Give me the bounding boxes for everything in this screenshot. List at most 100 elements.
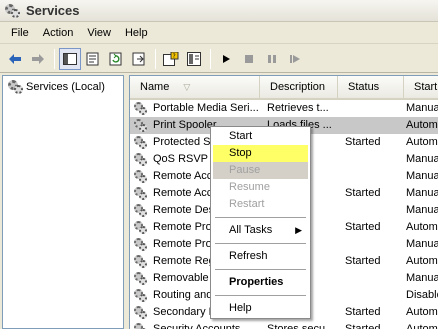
context-menu-properties[interactable]: Properties [213, 274, 308, 291]
table-row[interactable]: Security Accounts ... Stores secu... Start… [130, 321, 438, 329]
service-gear-icon [133, 118, 148, 133]
service-gear-icon [133, 203, 148, 218]
service-status [345, 236, 405, 253]
service-startup-type: Disable [406, 289, 438, 301]
toolbar-separator [210, 48, 211, 69]
service-startup-type: Autom [406, 306, 438, 318]
export-list-icon[interactable] [128, 48, 150, 70]
restart-service-icon[interactable] [284, 48, 306, 70]
service-status [345, 270, 405, 287]
context-menu-refresh[interactable]: Refresh [213, 248, 308, 265]
context-menu-separator [215, 217, 306, 218]
service-startup-type: Manua [406, 153, 438, 165]
service-status [345, 168, 405, 185]
toolbar: ? [0, 45, 438, 73]
service-name: Routing and [153, 289, 213, 301]
service-gear-icon [133, 271, 148, 286]
tree-node-label: Services (Local) [26, 81, 105, 93]
service-name: Removable [153, 272, 209, 284]
service-name: Remote Acc [153, 170, 213, 182]
service-name: Remote Pro [153, 221, 212, 233]
context-menu-stop[interactable]: Stop [213, 145, 308, 162]
service-status: Started [345, 136, 381, 148]
column-header-name[interactable]: Name ▽ [130, 76, 260, 98]
service-name: Print Spooler [153, 119, 217, 131]
properties-icon[interactable] [82, 48, 104, 70]
service-name: Protected S [153, 136, 211, 148]
service-name: Remote Pro [153, 238, 212, 250]
service-description: Retrieves t... [267, 102, 329, 114]
service-startup-type: Manua [406, 170, 438, 182]
service-name: QoS RSVP [153, 153, 209, 165]
context-menu-restart[interactable]: Restart [213, 196, 308, 213]
svg-text:?: ? [173, 53, 176, 60]
toolbar-separator [54, 48, 55, 69]
menu-view[interactable]: View [80, 24, 118, 43]
service-gear-icon [133, 101, 148, 116]
service-status [345, 287, 405, 304]
service-name-cell: Security Accounts ... [133, 321, 261, 329]
service-status [345, 100, 405, 117]
column-header-status[interactable]: Status [338, 76, 404, 98]
services-gear-icon [7, 79, 23, 95]
service-startup-type: Manua [406, 204, 438, 216]
service-gear-icon [133, 254, 148, 269]
service-startup-type: Manua [406, 187, 438, 199]
service-name: Portable Media Seri... [153, 102, 259, 114]
pause-service-icon[interactable] [261, 48, 283, 70]
service-startup-type: Autom [406, 323, 438, 329]
context-menu-pause[interactable]: Pause [213, 162, 308, 179]
service-status [345, 202, 405, 219]
submenu-arrow-icon: ▶ [295, 225, 302, 235]
context-menu-all-tasks[interactable]: All Tasks ▶ [213, 222, 308, 239]
service-gear-icon [133, 288, 148, 303]
context-menu-resume[interactable]: Resume [213, 179, 308, 196]
tree-node-services-local[interactable]: Services (Local) [3, 76, 123, 98]
start-service-icon[interactable] [215, 48, 237, 70]
service-status: Started [345, 187, 381, 199]
service-status [345, 117, 405, 134]
service-status: Started [345, 255, 381, 267]
context-menu-help[interactable]: Help [213, 300, 308, 317]
back-arrow-icon[interactable] [4, 48, 26, 70]
service-name: Secondary L [153, 306, 215, 318]
service-startup-type: Autom [406, 119, 438, 131]
service-gear-icon [133, 169, 148, 184]
menu-action[interactable]: Action [36, 24, 81, 43]
context-menu-separator [215, 269, 306, 270]
service-startup-type: Manua [406, 272, 438, 284]
service-status: Started [345, 323, 381, 329]
menu-file[interactable]: File [4, 24, 36, 43]
list-header: Name▽ Description Status StartU [130, 76, 438, 100]
context-menu-start[interactable]: Start [213, 128, 308, 145]
service-startup-type: Autom [406, 136, 438, 148]
refresh-icon[interactable] [105, 48, 127, 70]
service-name: Remote Des [153, 204, 215, 216]
service-gear-icon [133, 322, 148, 329]
service-name: Remote Acc [153, 187, 213, 199]
show-hide-console-tree-icon[interactable] [59, 47, 81, 70]
context-menu: Start Stop Pause Resume Restart All Task… [210, 126, 311, 319]
window-title: Services [26, 3, 80, 18]
column-header-description[interactable]: Description [260, 76, 338, 98]
console-tree: Services (Local) [2, 75, 124, 329]
toolbar-separator [155, 48, 156, 69]
service-gear-icon [133, 152, 148, 167]
service-status: Started [345, 306, 381, 318]
help-icon[interactable]: ? [160, 48, 182, 70]
service-name: Security Accounts ... [153, 323, 253, 329]
stop-service-icon[interactable] [238, 48, 260, 70]
service-gear-icon [133, 186, 148, 201]
service-name-cell: Portable Media Seri... [133, 100, 261, 117]
service-startup-type: Manua [406, 238, 438, 250]
menu-bar: File Action View Help [0, 23, 438, 44]
table-row[interactable]: Portable Media Seri... Retrieves t... Manu… [130, 100, 438, 117]
forward-arrow-icon[interactable] [27, 48, 49, 70]
services-gear-icon [4, 3, 22, 19]
column-header-startup-type[interactable]: StartU [404, 76, 438, 98]
service-startup-type: Autom [406, 221, 438, 233]
console-tree-icon[interactable] [183, 48, 205, 70]
service-description: Stores secu... [267, 323, 333, 329]
menu-help[interactable]: Help [118, 24, 155, 43]
context-menu-separator [215, 295, 306, 296]
